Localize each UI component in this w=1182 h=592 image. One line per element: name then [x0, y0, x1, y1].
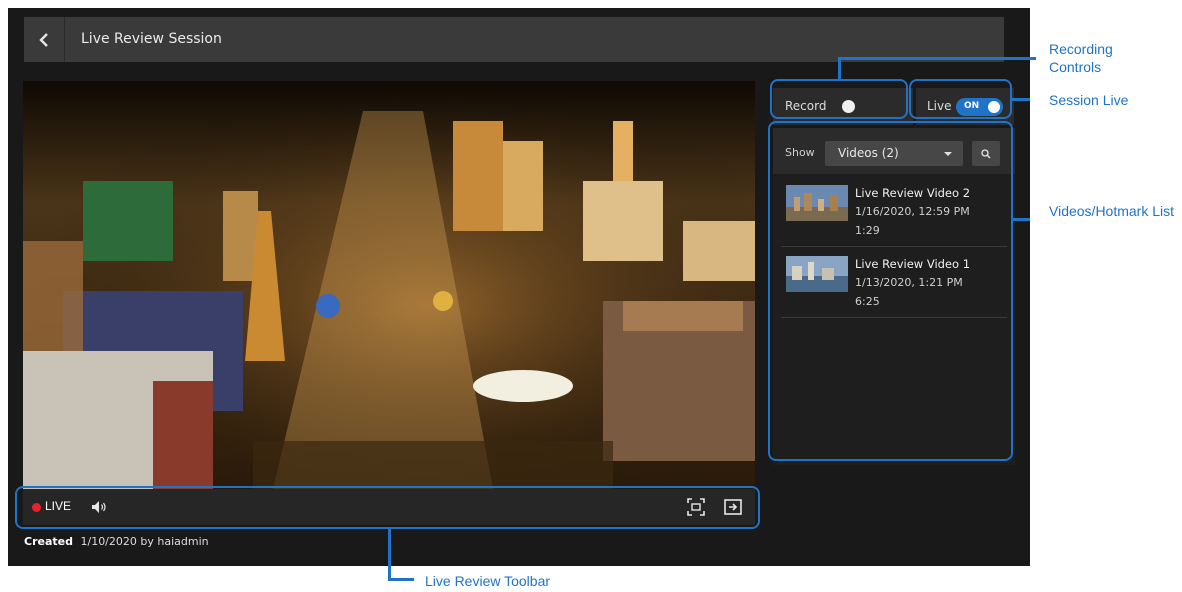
- toolbar-callout: [15, 486, 760, 529]
- created-value: 1/10/2020 by haiadmin: [80, 535, 209, 548]
- toolbar-annotation: Live Review Toolbar: [425, 573, 551, 589]
- title-bar: Live Review Session: [24, 17, 1004, 62]
- session-live-connector: [1012, 98, 1030, 101]
- recording-controls-connector: [838, 57, 841, 79]
- created-label: Created: [24, 535, 73, 548]
- session-live-annotation: Session Live: [1049, 92, 1129, 108]
- recording-controls-callout: [770, 79, 908, 119]
- chevron-left-icon: [39, 32, 48, 47]
- video-player[interactable]: [23, 81, 755, 489]
- video-frame: [23, 81, 755, 489]
- videos-list-callout: [768, 121, 1013, 461]
- videos-list-annotation: Videos/Hotmark List: [1049, 203, 1175, 219]
- recording-controls-annotation: Recording Controls: [1049, 41, 1113, 75]
- back-button[interactable]: [24, 17, 65, 62]
- toolbar-connector: [388, 529, 391, 580]
- session-live-callout: [909, 79, 1012, 119]
- videos-list-connector: [1013, 218, 1030, 221]
- toolbar-connector: [388, 578, 414, 581]
- created-info: Created 1/10/2020 by haiadmin: [24, 535, 209, 548]
- recording-controls-connector: [838, 57, 1036, 60]
- page-title: Live Review Session: [81, 31, 222, 47]
